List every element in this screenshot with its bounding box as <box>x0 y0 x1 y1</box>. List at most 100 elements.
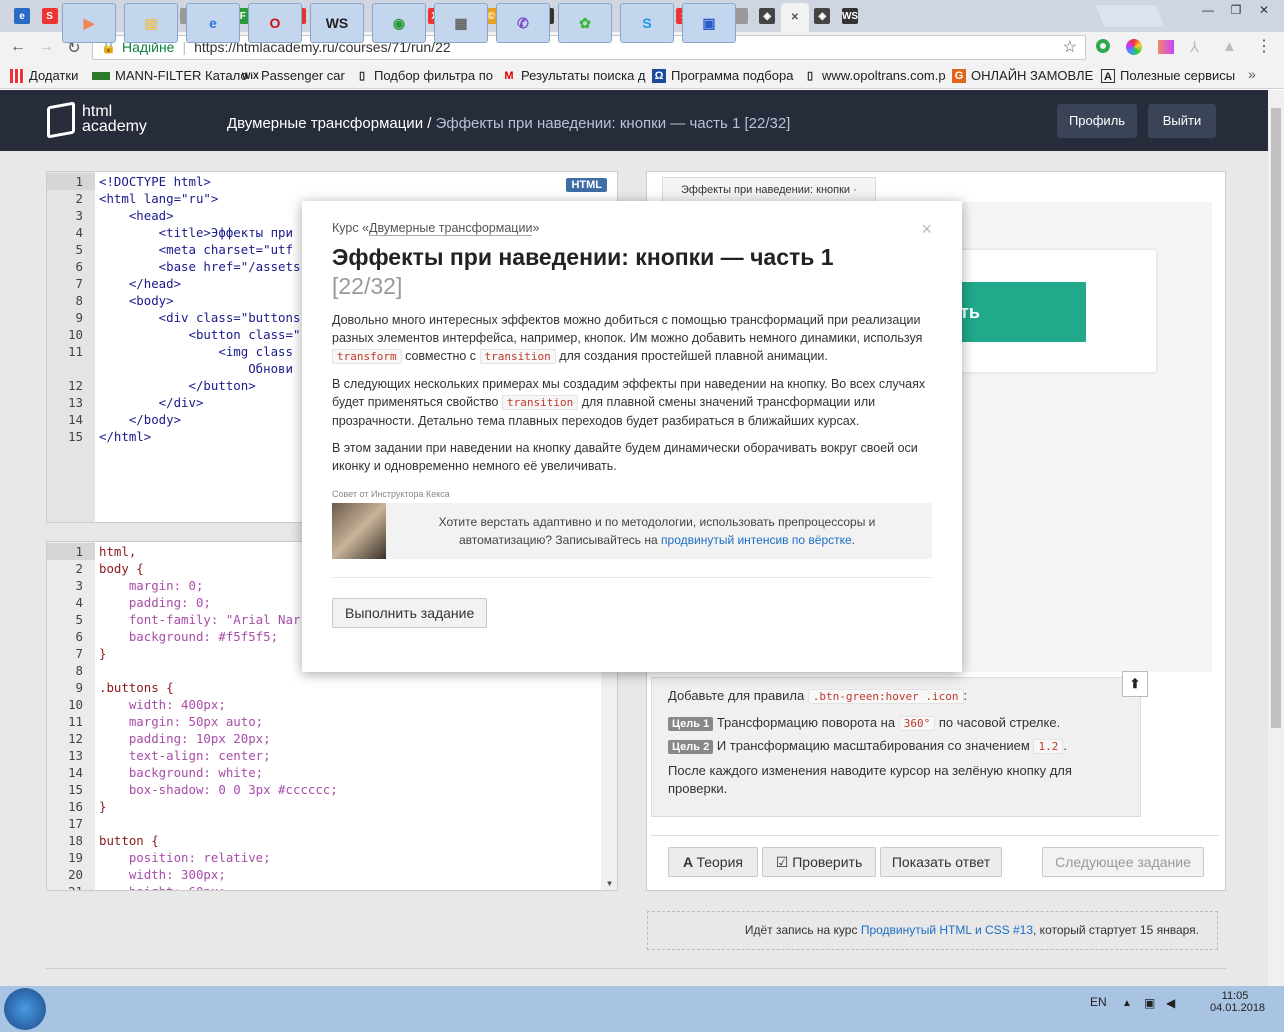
clock[interactable]: 11:05 04.01.2018 <box>1210 990 1265 1014</box>
promo-link[interactable]: Продвинутый HTML и CSS #13 <box>861 923 1033 937</box>
footer-divider <box>46 968 1226 969</box>
taskbar-app[interactable]: ▣ <box>682 3 736 43</box>
taskbar-app[interactable]: ▤ <box>124 3 178 43</box>
taskbar-app[interactable]: ▦ <box>434 3 488 43</box>
code-line: position: relative; <box>99 850 271 865</box>
line-number: 21 <box>47 884 83 890</box>
line-number: 10 <box>68 327 83 342</box>
goal-1: Цель 1 Трансформацию поворота на 360° по… <box>668 715 1060 731</box>
start-button[interactable] <box>4 988 46 1030</box>
close-window-button[interactable]: ✕ <box>1250 0 1278 20</box>
bookmark-item[interactable]: G ОНЛАЙН ЗАМОВЛЕ <box>952 68 1093 83</box>
browser-tab[interactable]: ◈ <box>808 5 836 27</box>
browser-tab[interactable]: WS <box>836 5 864 27</box>
tip-link[interactable]: продвинутый интенсив по вёрстке <box>661 533 852 547</box>
code-transition: transition <box>479 349 556 364</box>
browser-tab[interactable]: S <box>36 5 64 27</box>
modal-course-link[interactable]: Двумерные трансформации <box>369 221 533 236</box>
bookmark-apps[interactable]: Додатки <box>10 68 78 83</box>
back-icon[interactable]: ← <box>8 38 28 56</box>
taskbar-app[interactable]: ▶ <box>62 3 116 43</box>
media-player-icon: ▶ <box>83 14 95 31</box>
theory-icon: A <box>682 854 697 870</box>
line-number: 14 <box>68 765 83 780</box>
taskbar-app[interactable]: ◉ <box>372 3 426 43</box>
forward-icon[interactable]: → <box>36 38 56 56</box>
extension-icon[interactable] <box>1158 40 1174 54</box>
bookmark-item[interactable]: M Результаты поиска д <box>502 68 645 83</box>
task-intro: Добавьте для правила .btn-green:hover .i… <box>668 688 968 704</box>
browser-tab[interactable]: e <box>8 5 36 27</box>
scrollbar-thumb[interactable] <box>1271 108 1281 728</box>
breadcrumb-course[interactable]: Двумерные трансформации / <box>227 115 431 132</box>
bookmark-item[interactable]: WiX Passenger car <box>242 68 345 83</box>
maximize-button[interactable]: ❐ <box>1222 0 1250 20</box>
extension-icon[interactable] <box>1096 39 1110 53</box>
preview-tab[interactable]: Эффекты при наведении: кнопки · <box>662 177 876 203</box>
goal-1-badge: Цель 1 <box>668 717 714 731</box>
volume-icon[interactable]: ◀ <box>1166 996 1175 1010</box>
promo-banner: Идёт запись на курс Продвинутый HTML и C… <box>647 911 1218 950</box>
browser-tab[interactable]: ✕ <box>780 3 809 32</box>
code-line: background: white; <box>99 765 264 780</box>
bookmark-item[interactable]: ▯ www.opoltrans.com.p <box>803 68 946 83</box>
network-icon[interactable]: ▣ <box>1144 996 1155 1010</box>
browser-tab[interactable]: ◈ <box>753 5 781 27</box>
tray-arrow-icon[interactable]: ▲ <box>1122 998 1132 1009</box>
new-tab-button[interactable] <box>1095 5 1165 27</box>
line-number: 6 <box>75 629 83 644</box>
modal-close-icon[interactable]: × <box>921 219 932 240</box>
taskbar-app[interactable]: ✆ <box>496 3 550 43</box>
line-number: 10 <box>68 697 83 712</box>
minimize-button[interactable]: — <box>1194 0 1222 20</box>
color-extension-icon[interactable] <box>1126 39 1142 55</box>
bookmark-item[interactable]: MANN-FILTER Катало <box>92 68 248 83</box>
code-line: box-shadow: 0 0 3px #cccccc; <box>99 782 338 797</box>
pdf-icon[interactable]: ⅄ <box>1190 38 1199 56</box>
logout-button[interactable]: Выйти <box>1148 104 1216 138</box>
taskbar-app[interactable]: O <box>248 3 302 43</box>
bookmark-item[interactable]: A Полезные сервисы <box>1101 68 1235 83</box>
taskbar-app[interactable]: e <box>186 3 240 43</box>
line-number: 2 <box>75 561 83 576</box>
drive-icon[interactable]: ▲ <box>1222 38 1237 55</box>
site-logo[interactable]: html academy <box>82 104 147 135</box>
show-answer-button[interactable]: Показать ответ <box>880 847 1002 877</box>
check-icon: ☑ <box>775 854 793 870</box>
line-number: 2 <box>75 191 83 206</box>
line-number: 9 <box>75 680 83 695</box>
bookmark-item[interactable]: ▯ Подбор фильтра по <box>355 68 493 83</box>
modal-paragraph-3: В этом задании при наведении на кнопку д… <box>332 441 918 473</box>
line-number: 1 <box>75 544 83 559</box>
theory-button[interactable]: A Теория <box>668 847 758 877</box>
line-number: 13 <box>68 748 83 763</box>
calculator-icon: ▦ <box>454 14 468 31</box>
code-line: width: 300px; <box>99 867 226 882</box>
bookmarks-overflow-icon[interactable]: » <box>1248 66 1256 82</box>
taskbar-app[interactable]: WS <box>310 3 364 43</box>
taskbar-app[interactable]: S <box>620 3 674 43</box>
language-indicator[interactable]: EN <box>1090 995 1107 1009</box>
code-line: <img class <box>99 344 293 359</box>
modal-progress: [22/32] <box>332 273 403 299</box>
goal-2-badge: Цель 2 <box>668 740 714 754</box>
next-task-button[interactable]: Следующее задание <box>1042 847 1204 877</box>
code-line: <title>Эффекты при <box>99 225 293 240</box>
check-button[interactable]: ☑ Проверить <box>762 847 876 877</box>
start-task-button[interactable]: Выполнить задание <box>332 598 488 628</box>
collapse-task-icon[interactable]: ⬆ <box>1122 671 1148 697</box>
goal-1-code: 360° <box>898 716 936 731</box>
menu-icon[interactable]: ⋮ <box>1256 36 1272 56</box>
taskbar-app[interactable]: ✿ <box>558 3 612 43</box>
breadcrumb-lesson: Эффекты при наведении: кнопки — часть 1 <box>431 115 741 132</box>
goal-2: Цель 2 И трансформацию масштабирования с… <box>668 738 1067 754</box>
page-scrollbar[interactable] <box>1268 90 1284 986</box>
scroll-down-icon[interactable]: ▼ <box>607 879 612 888</box>
code-line: text-align: center; <box>99 748 271 763</box>
code-line: font-family: "Arial Nar <box>99 612 301 627</box>
profile-button[interactable]: Профиль <box>1057 104 1137 138</box>
bookmark-item[interactable]: Ω Программа подбора <box>652 68 793 83</box>
code-line: Обнови <box>99 361 293 376</box>
star-icon[interactable]: ☆ <box>1063 36 1077 59</box>
line-number: 4 <box>75 225 83 240</box>
